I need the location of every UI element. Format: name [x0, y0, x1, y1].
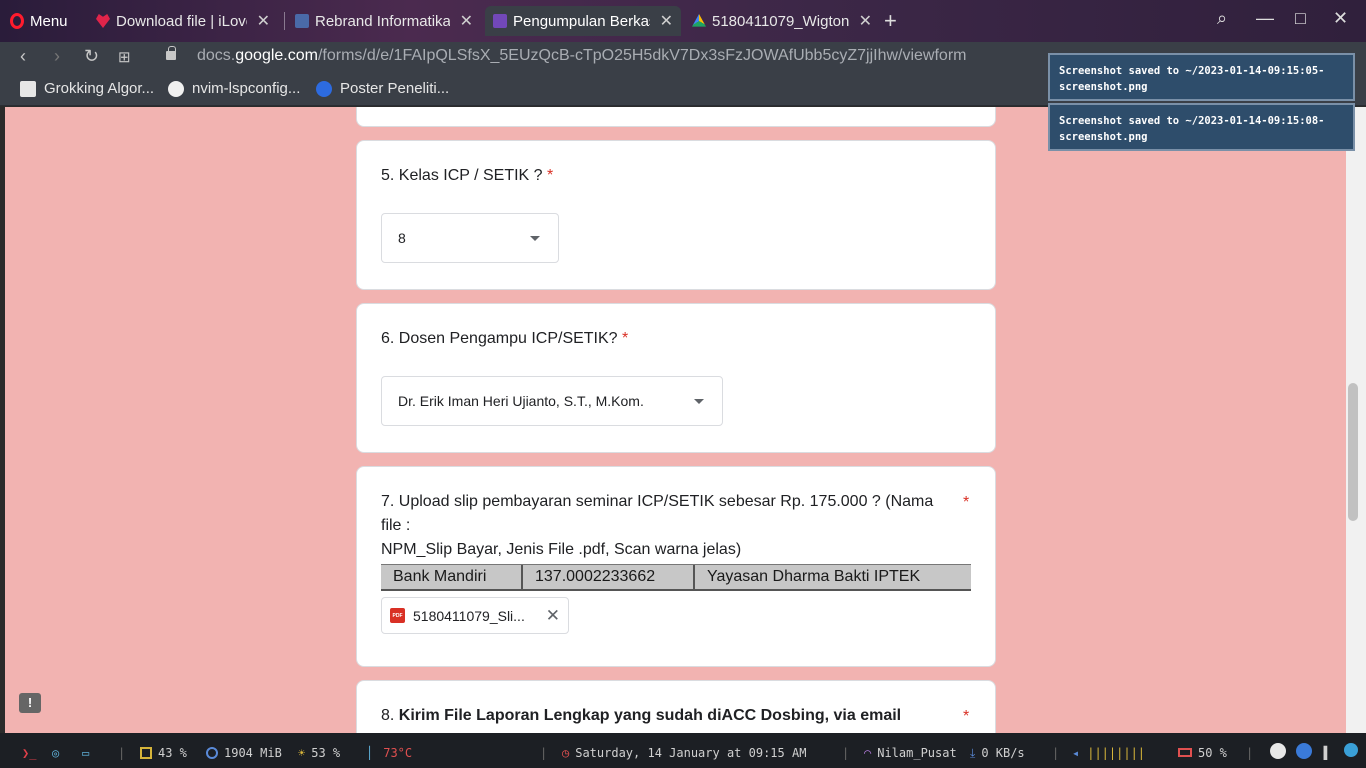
system-status-bar: ❯_ ◎ ▭ | 43 % 1904 MiB ☀ 53 % │ 73°C | ◷ Sa… [0, 733, 1366, 768]
volume-indicator[interactable]: ◂ |||||||| [1072, 746, 1145, 760]
drive-favicon-icon [692, 14, 706, 27]
file-name: 5180411079_Sli... [413, 607, 525, 624]
new-tab-button[interactable]: + [884, 8, 897, 34]
brightness-icon: ☀ [298, 746, 306, 760]
page-scrollbar-thumb[interactable] [1348, 383, 1358, 521]
dropdown-caret-icon [694, 399, 704, 404]
wifi-icon: ◠ [864, 746, 872, 760]
question-card-upload-slip: 7. Upload slip pembayaran seminar ICP/SE… [356, 466, 996, 667]
question-title: 7. Upload slip pembayaran seminar ICP/SE… [381, 493, 934, 558]
dosen-dropdown[interactable]: Dr. Erik Iman Heri Ujianto, S.T., M.Kom. [381, 376, 723, 426]
required-asterisk: * [547, 167, 554, 184]
bookmark-poster-peneliti[interactable]: Poster Peneliti... [316, 80, 449, 97]
remove-file-icon[interactable]: ✕ [546, 606, 560, 626]
dropdown-caret-icon [530, 236, 540, 241]
minimize-icon[interactable]: — [1256, 8, 1274, 29]
battery-icon [1178, 748, 1192, 757]
question-title: 5. Kelas ICP / SETIK ? * [381, 167, 554, 184]
back-icon[interactable]: ‹ [20, 46, 26, 67]
tab-download-file[interactable]: Download file | iLove ✕ [88, 6, 278, 36]
wifi-indicator[interactable]: ◠ Nilam_Pusat [864, 746, 957, 760]
close-tab-icon[interactable]: ✕ [660, 11, 673, 31]
github-icon [168, 80, 184, 97]
brightness-indicator: ☀ 53 % [298, 746, 341, 760]
clock-icon: ◷ [562, 746, 570, 760]
url-field[interactable]: docs.google.com/forms/d/e/1FAIpQLSfsX_5E… [197, 47, 966, 65]
clock-indicator[interactable]: ◷ Saturday, 14 January at 09:15 AM [562, 746, 806, 760]
bookmark-nvim-lspconfig[interactable]: nvim-lspconfig... [168, 80, 300, 97]
network-speed-indicator: ⤓ 0 KB/s [970, 746, 1025, 760]
tab-drive-file[interactable]: 5180411079_Wigtono ✕ [684, 6, 880, 36]
speaker-icon: ◂ [1072, 746, 1080, 760]
browser-icon[interactable]: ◎ [52, 746, 59, 760]
canva-icon [316, 80, 332, 97]
cpu-icon [140, 747, 152, 759]
screenshot-notification[interactable]: Screenshot saved to ~/2023-01-14-09:15:0… [1048, 103, 1355, 151]
folder-icon[interactable]: ▭ [82, 746, 89, 760]
forward-icon[interactable]: › [54, 46, 60, 67]
screenshot-notification[interactable]: Screenshot saved to ~/2023-01-14-09:15:0… [1048, 53, 1355, 101]
cpu-indicator: 43 % [140, 746, 187, 760]
memory-icon [206, 747, 218, 759]
opera-logo-icon [10, 13, 24, 29]
forms-favicon-icon [493, 14, 507, 28]
bluetooth-tray-icon[interactable] [1344, 743, 1358, 757]
required-asterisk: * [622, 330, 629, 347]
browser-tab-strip: Menu Download file | iLove ✕ Rebrand Inf… [0, 0, 1366, 42]
manning-icon [20, 80, 36, 97]
temperature-indicator: │ 73°C [366, 746, 413, 760]
close-tab-icon[interactable]: ✕ [257, 11, 270, 31]
thermometer-icon: │ [366, 746, 374, 760]
obs-tray-icon[interactable] [1270, 743, 1286, 759]
form-page: 5. Kelas ICP / SETIK ? * 8 6. Dosen Peng… [5, 107, 1346, 733]
tab-pengumpulan-berkas[interactable]: Pengumpulan Berkas ✕ [485, 6, 681, 36]
menu-label: Menu [30, 12, 68, 30]
tray-app-icon[interactable] [1296, 743, 1312, 759]
download-icon: ⤓ [970, 746, 976, 760]
memory-indicator: 1904 MiB [206, 746, 282, 760]
close-tab-icon[interactable]: ✕ [460, 11, 473, 31]
question-card-kelas: 5. Kelas ICP / SETIK ? * 8 [356, 140, 996, 290]
previous-question-card [356, 107, 996, 127]
pdf-file-icon: PDF [390, 608, 405, 623]
close-tab-icon[interactable]: ✕ [859, 11, 872, 31]
question-title: 6. Dosen Pengampu ICP/SETIK? * [381, 330, 629, 347]
bank-slip-image: Bank Mandiri 137.0002233662 Yayasan Dhar… [381, 564, 971, 591]
search-tabs-icon[interactable]: ⌕ [1217, 8, 1227, 29]
question-card-dosen: 6. Dosen Pengampu ICP/SETIK? * Dr. Erik … [356, 303, 996, 453]
bookmark-grokking[interactable]: Grokking Algor... [20, 80, 154, 97]
tab-separator [284, 12, 285, 30]
question-title: 8. Kirim File Laporan Lengkap yang sudah… [381, 707, 902, 724]
tab-grid-icon[interactable]: ⊞ [118, 48, 131, 66]
terminal-icon[interactable]: ❯_ [22, 746, 36, 760]
required-asterisk: * [963, 708, 970, 725]
report-feedback-button[interactable]: ! [19, 693, 41, 713]
slides-favicon-icon [295, 14, 309, 28]
question-card-kirim-file: 8. Kirim File Laporan Lengkap yang sudah… [356, 680, 996, 733]
required-asterisk: * [963, 494, 970, 511]
close-window-icon[interactable]: ✕ [1333, 8, 1348, 29]
kelas-dropdown[interactable]: 8 [381, 213, 559, 263]
reload-icon[interactable]: ↻ [84, 46, 99, 67]
opera-menu-button[interactable]: Menu [10, 8, 68, 34]
lock-icon[interactable] [166, 46, 176, 60]
equalizer-tray-icon[interactable]: ▐ [1320, 746, 1327, 760]
battery-indicator: 50 % [1178, 746, 1227, 760]
tab-rebrand-informatika[interactable]: Rebrand Informatika ✕ [287, 6, 481, 36]
uploaded-file-chip[interactable]: PDF 5180411079_Sli... ✕ [381, 597, 569, 634]
heart-favicon-icon [96, 14, 110, 28]
maximize-icon[interactable]: □ [1295, 8, 1306, 29]
